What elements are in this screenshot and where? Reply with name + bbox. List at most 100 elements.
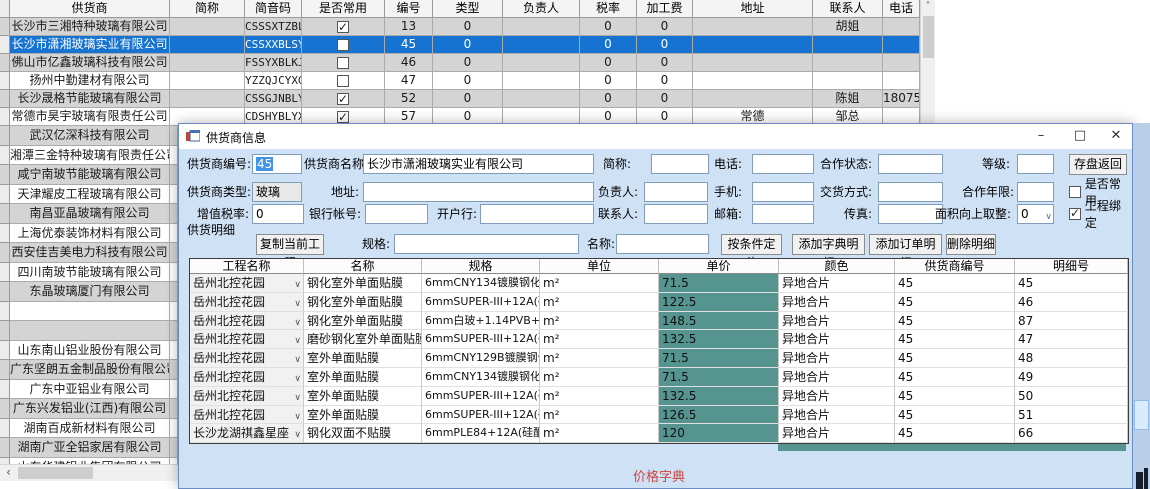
copy-current-project-button[interactable]: 复制当前工程 bbox=[256, 234, 324, 255]
coop-status-input[interactable] bbox=[878, 154, 943, 174]
supplier-row[interactable]: 湘潭三金特种玻璃有限责任公司 bbox=[0, 146, 178, 166]
detail-row[interactable]: 岳州北控花园∨室外单面贴膜6mmCNY129B镀膜钢化m²71.5异地合片454… bbox=[190, 349, 1128, 368]
row-header-cell bbox=[0, 72, 10, 90]
project-combo-cell[interactable]: 岳州北控花园∨ bbox=[190, 312, 304, 331]
project-combo-cell[interactable]: 岳州北控花园∨ bbox=[190, 274, 304, 293]
vat-rate-input[interactable]: 0 bbox=[252, 204, 304, 224]
row-header-cell bbox=[0, 380, 10, 400]
supplier-row[interactable]: 广东中亚铝业有限公司 bbox=[0, 380, 178, 400]
scroll-left-icon[interactable]: ‹ bbox=[0, 465, 17, 481]
checkbox-icon[interactable] bbox=[337, 21, 349, 33]
checkbox-icon[interactable] bbox=[337, 75, 349, 87]
bank-account-input[interactable] bbox=[365, 204, 428, 224]
supplier-row[interactable]: 长沙晟格节能玻璃有限公司CSSGJNBLYXGS52000陈姐180751 bbox=[0, 90, 920, 108]
project-combo-cell[interactable]: 长沙龙湖祺鑫星座∨ bbox=[190, 424, 304, 443]
supplier-row[interactable]: 佛山市亿鑫玻璃科技有限公司FSSYXBLKJ..46000 bbox=[0, 54, 920, 72]
minimize-icon[interactable]: – bbox=[1024, 124, 1058, 149]
grade-input[interactable] bbox=[1017, 154, 1054, 174]
suppliers-grid-horizontal-scrollbar[interactable]: ‹ bbox=[0, 464, 178, 481]
supplier-row[interactable]: 西安佳吉美电力科技有限公司 bbox=[0, 243, 178, 263]
supplier-row[interactable]: 湖南百成新材料有限公司 bbox=[0, 419, 178, 439]
delivery-method-input[interactable] bbox=[878, 182, 943, 202]
checkbox-icon[interactable] bbox=[337, 93, 349, 105]
add-dictionary-detail-button[interactable]: 添加字典明细 bbox=[792, 234, 865, 255]
manager-label: 负责人: bbox=[598, 182, 634, 202]
close-icon[interactable]: ✕ bbox=[1099, 124, 1133, 149]
mobile-input[interactable] bbox=[752, 182, 814, 202]
project-name: 岳州北控花园 bbox=[193, 276, 265, 290]
spec-cell: 6mmSUPER-III+12A(硅... bbox=[422, 406, 540, 425]
supplier-row[interactable]: 山东南山铝业股份有限公司 bbox=[0, 341, 178, 361]
project-combo-cell[interactable]: 岳州北控花园∨ bbox=[190, 368, 304, 387]
supplier-no-cell: 45 bbox=[895, 368, 1015, 387]
supplier-row[interactable]: 上海优泰装饰材料有限公司 bbox=[0, 224, 178, 244]
email-input[interactable] bbox=[752, 204, 814, 224]
supplier-row[interactable]: 湖南广亚全铝家居有限公司 bbox=[0, 438, 178, 458]
supplier-row[interactable]: 咸宁南玻节能玻璃有限公司 bbox=[0, 165, 178, 185]
detail-row[interactable]: 长沙龙湖祺鑫星座∨钢化双面不贴膜6mmPLE84+12A(硅酮胶...m²120… bbox=[190, 424, 1128, 443]
supplier-row[interactable]: 武汉亿深科技有限公司 bbox=[0, 126, 178, 146]
detail-row[interactable]: 岳州北控花园∨磨砂钢化室外单面贴膜6mmSUPER-III+12A(硅...m²… bbox=[190, 330, 1128, 349]
project-bind-checkbox[interactable]: 工程绑定 bbox=[1069, 206, 1132, 222]
project-combo-cell[interactable]: 岳州北控花园∨ bbox=[190, 406, 304, 425]
area-round-up-select[interactable]: 0∨ bbox=[1017, 204, 1054, 224]
supplier-row[interactable]: 四川南玻节能玻璃有限公司 bbox=[0, 263, 178, 283]
unit-price-cell: 132.5 bbox=[659, 387, 779, 406]
detail-row[interactable]: 岳州北控花园∨室外单面贴膜6mmSUPER-III+12A(硅...m²132.… bbox=[190, 387, 1128, 406]
horizontal-scroll-thumb[interactable] bbox=[18, 467, 93, 479]
supplier-row[interactable]: 广东坚朗五金制品股份有限公司 bbox=[0, 360, 178, 380]
project-combo-cell[interactable]: 岳州北控花园∨ bbox=[190, 387, 304, 406]
supplier-name-input[interactable]: 长沙市潇湘玻璃实业有限公司 bbox=[363, 154, 594, 174]
add-order-detail-button[interactable]: 添加订单明细 bbox=[869, 234, 942, 255]
supplier-row[interactable]: 长沙市三湘特种玻璃有限公司CSSSXTZBL..13000胡姐 bbox=[0, 18, 920, 36]
project-combo-cell[interactable]: 岳州北控花园∨ bbox=[190, 349, 304, 368]
supplier-row[interactable] bbox=[0, 302, 178, 322]
manager-input[interactable] bbox=[644, 182, 708, 202]
column-header: 单位 bbox=[540, 259, 659, 274]
row-header-cell bbox=[0, 146, 10, 166]
supplier-row[interactable]: 扬州中勤建材有限公司YZZQJCYXGS47000 bbox=[0, 72, 920, 90]
dialog-titlebar[interactable]: 供货商信息 – □ ✕ bbox=[179, 124, 1132, 149]
vertical-scroll-thumb[interactable] bbox=[923, 16, 934, 58]
short-name-input[interactable] bbox=[651, 154, 709, 174]
supplier-row[interactable]: 东晶玻璃厦门有限公司 bbox=[0, 282, 178, 302]
supplier-no-input[interactable]: 45 bbox=[252, 154, 302, 174]
detail-row[interactable]: 岳州北控花园∨钢化室外单面贴膜6mmSUPER-III+12A(硅...m²12… bbox=[190, 293, 1128, 312]
checkbox-icon[interactable] bbox=[337, 111, 349, 123]
dialog-title: 供货商信息 bbox=[206, 129, 266, 146]
supplier-row[interactable] bbox=[0, 321, 178, 341]
scroll-up-icon[interactable]: ˄ bbox=[921, 0, 935, 15]
spec-filter-input[interactable] bbox=[394, 234, 579, 254]
project-combo-cell[interactable]: 岳州北控花园∨ bbox=[190, 330, 304, 349]
supplier-row[interactable]: 天津耀皮工程玻璃有限公司 bbox=[0, 185, 178, 205]
name-filter-input[interactable] bbox=[616, 234, 709, 254]
bank-branch-input[interactable] bbox=[480, 204, 594, 224]
maximize-icon[interactable]: □ bbox=[1063, 124, 1097, 149]
contact-input[interactable] bbox=[644, 204, 708, 224]
supplier-row[interactable]: 南昌亚晶玻璃有限公司 bbox=[0, 204, 178, 224]
phone-input[interactable] bbox=[752, 154, 814, 174]
detail-header-row: 工程名称名称规格单位单价颜色供货商编号明细号 bbox=[190, 259, 1128, 274]
code-cell: CSSSXTZBL.. bbox=[245, 18, 302, 36]
dropdown-icon: ∨ bbox=[294, 332, 301, 349]
phone-cell: 180751 bbox=[883, 90, 920, 108]
supplier-row[interactable]: 长沙市潇湘玻璃实业有限公司CSSXXBLSY..45000 bbox=[0, 36, 920, 54]
fax-label: 传真: bbox=[817, 204, 872, 224]
locate-by-condition-button[interactable]: 按条件定位 bbox=[721, 234, 782, 255]
detail-row[interactable]: 岳州北控花园∨钢化室外单面贴膜6mmCNY134镀膜钢化m²71.5异地合片45… bbox=[190, 274, 1128, 293]
detail-row[interactable]: 岳州北控花园∨室外单面贴膜6mmCNY134镀膜钢化m²71.5异地合片4549 bbox=[190, 368, 1128, 387]
save-return-button[interactable]: 存盘返回 bbox=[1069, 154, 1127, 175]
delete-detail-button[interactable]: 删除明细 bbox=[946, 234, 996, 255]
checkbox-icon[interactable] bbox=[337, 57, 349, 69]
coop-years-input[interactable] bbox=[1017, 182, 1054, 202]
short-name-cell bbox=[170, 54, 245, 72]
checkbox-icon[interactable] bbox=[337, 39, 349, 51]
supplier-type-input[interactable]: 玻璃 bbox=[252, 182, 302, 202]
supplier-row[interactable]: 广东兴发铝业(江西)有限公司 bbox=[0, 399, 178, 419]
detail-row[interactable]: 岳州北控花园∨室外单面贴膜6mmSUPER-III+12A(硅...m²126.… bbox=[190, 406, 1128, 425]
project-combo-cell[interactable]: 岳州北控花园∨ bbox=[190, 293, 304, 312]
detail-no-cell: 46 bbox=[1015, 293, 1128, 312]
address-input[interactable] bbox=[363, 182, 594, 202]
detail-row[interactable]: 岳州北控花园∨钢化室外单面贴膜6mm白玻+1.14PVB+6mm...m²148… bbox=[190, 312, 1128, 331]
suppliers-grid-vertical-scrollbar[interactable]: ˄ bbox=[920, 0, 935, 126]
